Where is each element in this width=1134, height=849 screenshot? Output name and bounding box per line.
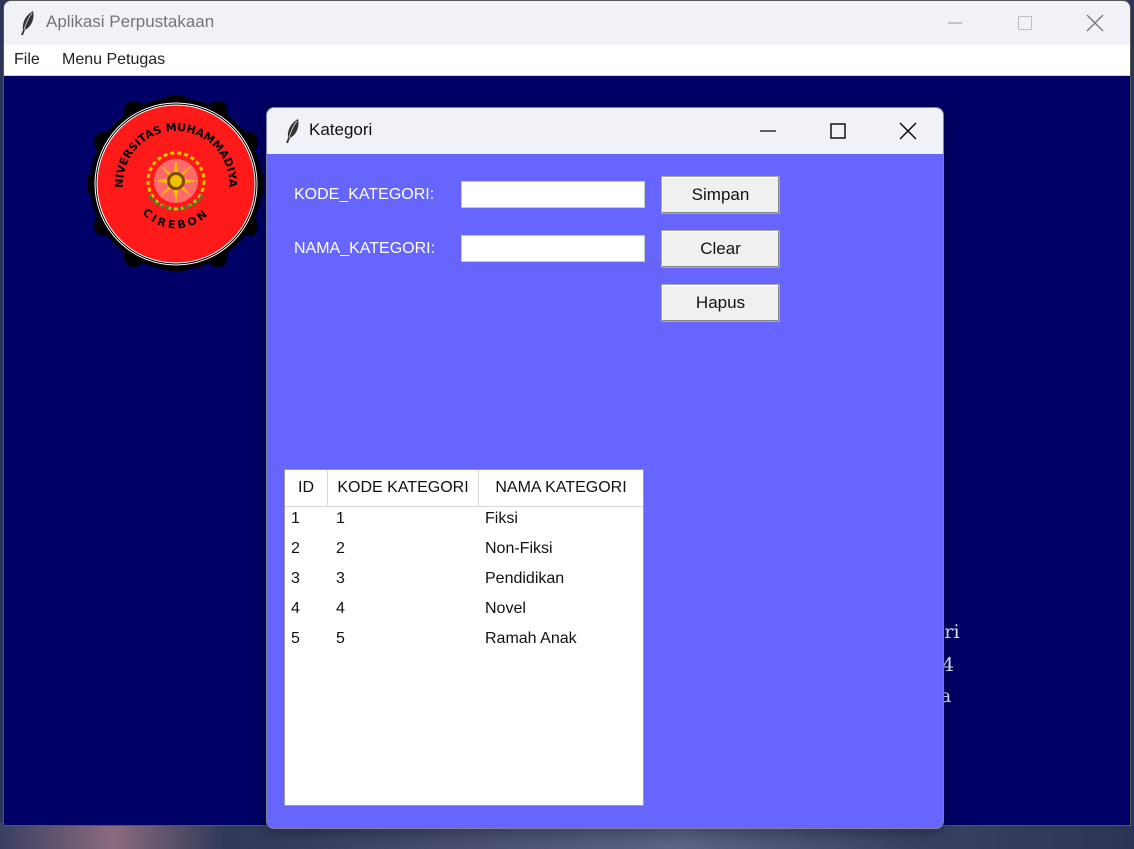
kode-kategori-label: KODE_KATEGORI: bbox=[294, 186, 435, 203]
cell-kode: 4 bbox=[336, 600, 345, 617]
column-header-kode[interactable]: KODE KATEGORI bbox=[328, 470, 479, 506]
cell-kode: 2 bbox=[336, 540, 345, 557]
simpan-button[interactable]: Simpan bbox=[661, 176, 780, 214]
university-logo: UNIVERSITAS MUHAMMADIYAH CIREBON bbox=[88, 96, 263, 271]
cell-id: 2 bbox=[291, 540, 300, 557]
menubar: File Menu Petugas bbox=[4, 45, 1130, 76]
close-icon bbox=[899, 122, 917, 140]
table-row[interactable]: 2 2 Non-Fiksi bbox=[285, 536, 643, 566]
table-row[interactable]: 3 3 Pendidikan bbox=[285, 566, 643, 596]
clear-button[interactable]: Clear bbox=[661, 230, 780, 268]
close-icon bbox=[1086, 14, 1104, 32]
main-titlebar[interactable]: Aplikasi Perpustakaan bbox=[4, 1, 1130, 45]
feather-icon bbox=[286, 119, 299, 143]
main-window-title: Aplikasi Perpustakaan bbox=[46, 12, 215, 31]
table-row[interactable]: 5 5 Ramah Anak bbox=[285, 626, 643, 656]
feather-icon bbox=[21, 11, 34, 35]
main-close-button[interactable] bbox=[1060, 1, 1130, 45]
cell-kode: 1 bbox=[336, 510, 345, 527]
cell-nama: Novel bbox=[485, 600, 526, 617]
cell-nama: Fiksi bbox=[485, 510, 518, 527]
cell-kode: 5 bbox=[336, 630, 345, 647]
main-maximize-button[interactable] bbox=[990, 1, 1060, 45]
minimize-icon bbox=[948, 22, 962, 24]
minimize-icon bbox=[760, 130, 776, 132]
dialog-titlebar[interactable]: Kategori bbox=[267, 108, 943, 154]
cell-id: 3 bbox=[291, 570, 300, 587]
cell-id: 4 bbox=[291, 600, 300, 617]
column-header-nama[interactable]: NAMA KATEGORI bbox=[479, 470, 643, 506]
kategori-table[interactable]: ID KODE KATEGORI NAMA KATEGORI 1 1 Fiksi… bbox=[284, 469, 644, 806]
cell-nama: Ramah Anak bbox=[485, 630, 577, 647]
menu-petugas[interactable]: Menu Petugas bbox=[62, 51, 165, 69]
nama-kategori-input[interactable] bbox=[461, 235, 645, 262]
dialog-title: Kategori bbox=[309, 120, 373, 139]
cell-id: 1 bbox=[291, 510, 300, 527]
maximize-icon bbox=[830, 123, 846, 139]
main-minimize-button[interactable] bbox=[920, 1, 990, 45]
table-header: ID KODE KATEGORI NAMA KATEGORI bbox=[285, 470, 643, 507]
maximize-icon bbox=[1018, 16, 1032, 30]
nama-kategori-label: NAMA_KATEGORI: bbox=[294, 240, 436, 257]
dialog-close-button[interactable] bbox=[873, 108, 943, 154]
dialog-maximize-button[interactable] bbox=[803, 108, 873, 154]
table-row[interactable]: 1 1 Fiksi bbox=[285, 506, 643, 536]
cell-nama: Non-Fiksi bbox=[485, 540, 553, 557]
table-row[interactable]: 4 4 Novel bbox=[285, 596, 643, 626]
cell-id: 5 bbox=[291, 630, 300, 647]
cell-nama: Pendidikan bbox=[485, 570, 565, 587]
menu-file[interactable]: File bbox=[14, 51, 40, 69]
cell-kode: 3 bbox=[336, 570, 345, 587]
kode-kategori-input[interactable] bbox=[461, 181, 645, 208]
dialog-minimize-button[interactable] bbox=[733, 108, 803, 154]
column-header-id[interactable]: ID bbox=[285, 470, 328, 506]
hapus-button[interactable]: Hapus bbox=[661, 284, 780, 322]
kategori-dialog: Kategori KODE_KATEGORI: NAMA_KATEGORI: S… bbox=[266, 107, 944, 829]
